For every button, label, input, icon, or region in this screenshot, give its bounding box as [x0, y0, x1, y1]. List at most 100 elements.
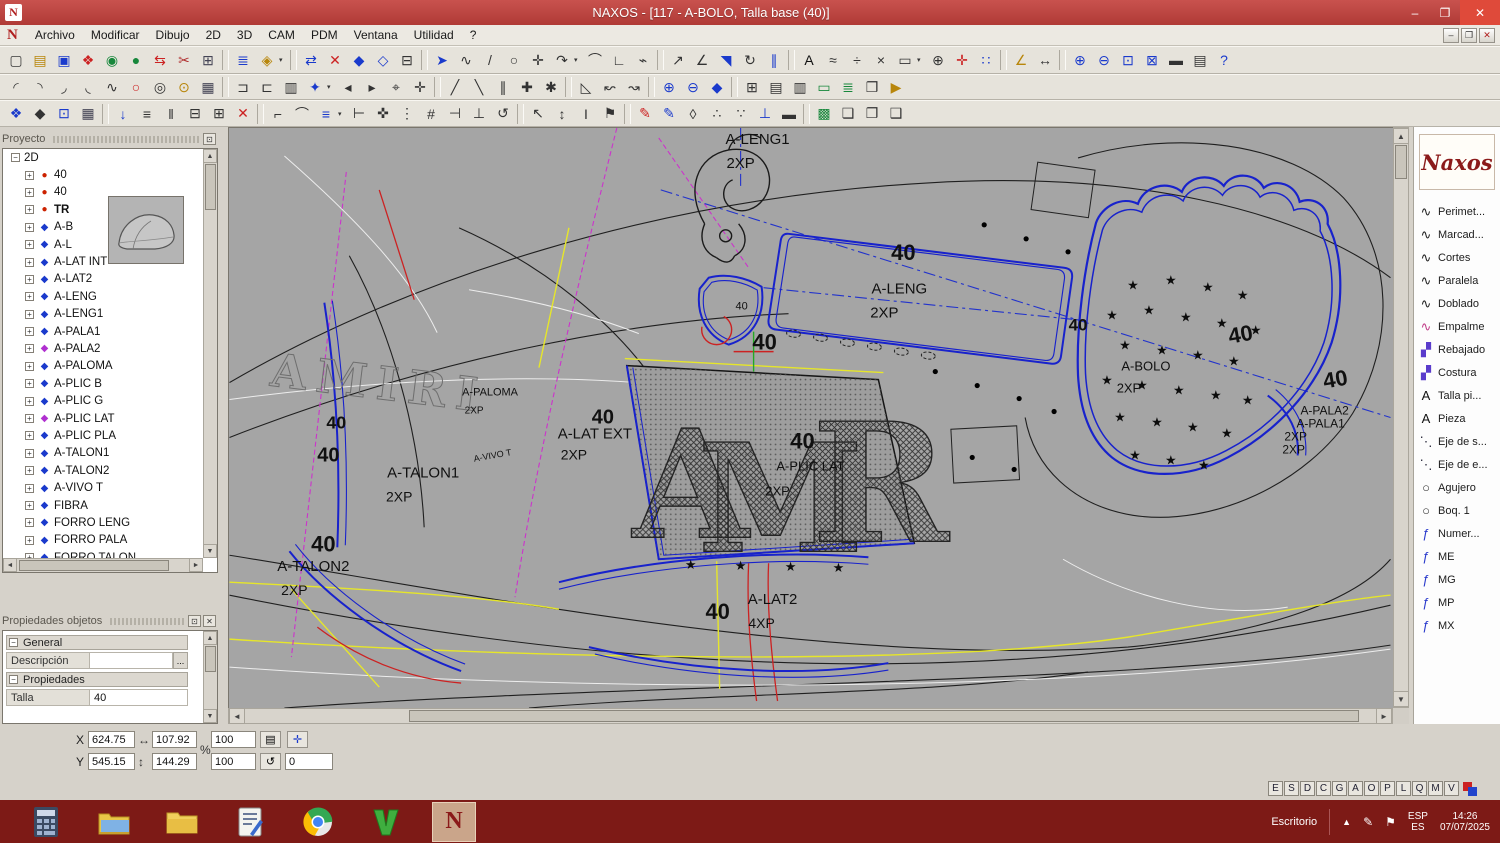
- zoom-minus-icon[interactable]: ⊖: [681, 76, 705, 98]
- circle-mark-icon[interactable]: ○: [124, 76, 148, 98]
- rotation-input[interactable]: [285, 753, 333, 770]
- columns-split-icon[interactable]: ‖: [159, 103, 183, 125]
- layers-icon[interactable]: ≣: [231, 49, 255, 71]
- piece-a-leng[interactable]: [767, 232, 1074, 365]
- menu-3d[interactable]: 3D: [229, 26, 260, 44]
- add-cross-icon[interactable]: ✛: [408, 76, 432, 98]
- eraser-icon[interactable]: ◊: [681, 103, 705, 125]
- tree-item-forro-leng[interactable]: + ◆ FORRO LENG: [3, 514, 203, 531]
- dots-down-icon[interactable]: ∵: [729, 103, 753, 125]
- properties-close-button[interactable]: ✕: [203, 615, 216, 627]
- tree-vscroll-thumb[interactable]: [205, 164, 216, 210]
- spline-icon[interactable]: ⌒: [583, 49, 607, 71]
- quick-letter-g[interactable]: G: [1332, 781, 1347, 796]
- ellipse-tool-icon[interactable]: ◎: [148, 76, 172, 98]
- tree-item-a-vivo-t[interactable]: + ◆ A-VIVO T: [3, 479, 203, 496]
- arrange-icon[interactable]: ❑: [884, 103, 908, 125]
- quick-letter-o[interactable]: O: [1364, 781, 1379, 796]
- materials-icon[interactable]: ◈: [255, 49, 279, 71]
- new-file-icon[interactable]: ▢: [4, 49, 28, 71]
- expand-icon[interactable]: +: [25, 205, 34, 215]
- x-coordinate-input[interactable]: [88, 731, 135, 748]
- line-diag-1-icon[interactable]: ╱: [443, 76, 467, 98]
- canvas-vertical-scrollbar[interactable]: ▲ ▼: [1393, 127, 1409, 708]
- scroll-left-icon[interactable]: ◄: [3, 558, 17, 572]
- tree-item-2d[interactable]: −2D: [3, 149, 203, 166]
- corner-arc-4-icon[interactable]: ◟: [76, 76, 100, 98]
- mdi-minimize-button[interactable]: –: [1443, 27, 1459, 43]
- hatch-fill-icon[interactable]: ▦: [196, 76, 220, 98]
- measure-angle-icon[interactable]: ∠: [1009, 49, 1033, 71]
- piece-filled-icon[interactable]: ◆: [347, 49, 371, 71]
- tile-vertical-icon[interactable]: ⊞: [207, 103, 231, 125]
- expand-icon[interactable]: +: [25, 257, 34, 267]
- marquee-icon[interactable]: ⊡: [52, 103, 76, 125]
- angle-icon[interactable]: ∠: [690, 49, 714, 71]
- center-point-icon[interactable]: ⊕: [926, 49, 950, 71]
- green-app-icon[interactable]: [364, 802, 408, 842]
- tree-item-40[interactable]: + ● 40: [3, 166, 203, 183]
- cascade-icon[interactable]: ❏: [836, 103, 860, 125]
- curve-left-icon[interactable]: ↜: [598, 76, 622, 98]
- ruler-icon[interactable]: ▬: [1164, 49, 1188, 71]
- boquilla-tool[interactable]: ○ Boq. 1: [1414, 499, 1500, 522]
- undo-redo-icon[interactable]: ⇆: [148, 49, 172, 71]
- minimize-button[interactable]: –: [1400, 0, 1430, 25]
- expand-icon[interactable]: +: [25, 344, 34, 354]
- scroll-up-icon[interactable]: ▲: [203, 631, 217, 645]
- expand-icon[interactable]: +: [25, 466, 34, 476]
- props-scroll-thumb[interactable]: [205, 646, 216, 672]
- angle-corner-icon[interactable]: ⌐: [266, 103, 290, 125]
- circle-icon[interactable]: ○: [502, 49, 526, 71]
- desktop-button[interactable]: Escritorio: [1271, 816, 1317, 828]
- menu-utilidad[interactable]: Utilidad: [406, 26, 462, 44]
- line-diag-2-icon[interactable]: ╲: [467, 76, 491, 98]
- wave-edit-icon[interactable]: ∿: [100, 76, 124, 98]
- menu-2d[interactable]: 2D: [198, 26, 229, 44]
- tree-item-a-plic-lat[interactable]: + ◆ A-PLIC LAT: [3, 410, 203, 427]
- parallel-lines-icon[interactable]: ∥: [491, 76, 515, 98]
- windows-tile-icon[interactable]: ❐: [860, 76, 884, 98]
- curve-right-icon[interactable]: ↝: [622, 76, 646, 98]
- expand-icon[interactable]: +: [25, 431, 34, 441]
- tree-item-a-pala2[interactable]: + ◆ A-PALA2: [3, 340, 203, 357]
- menu-modificar[interactable]: Modificar: [83, 26, 148, 44]
- anchor-left-icon[interactable]: ⊣: [443, 103, 467, 125]
- zoom-all-icon[interactable]: ⊠: [1140, 49, 1164, 71]
- height-input[interactable]: [152, 753, 197, 770]
- mirror-icon[interactable]: ⊟: [395, 49, 419, 71]
- scroll-right-icon[interactable]: ►: [1376, 708, 1392, 724]
- target-point-icon[interactable]: ⌖: [384, 76, 408, 98]
- rotation-button[interactable]: ↺: [260, 753, 281, 770]
- save-file-icon[interactable]: ▣: [52, 49, 76, 71]
- quick-letter-m[interactable]: M: [1428, 781, 1443, 796]
- clock[interactable]: 14:26 07/07/2025: [1440, 811, 1490, 833]
- fillet-icon[interactable]: ◥: [714, 49, 738, 71]
- propiedades-section-header[interactable]: − Propiedades: [6, 672, 188, 687]
- overlap-indicator-icon[interactable]: [1463, 781, 1477, 796]
- divide-icon[interactable]: ÷: [845, 49, 869, 71]
- snap-points-icon[interactable]: ✦: [303, 76, 327, 98]
- menu-archivo[interactable]: Archivo: [27, 26, 83, 44]
- canvas-vscroll-thumb[interactable]: [1395, 145, 1407, 179]
- corner-arc-1-icon[interactable]: ◜: [4, 76, 28, 98]
- expand-icon[interactable]: +: [25, 501, 34, 510]
- quick-letter-a[interactable]: A: [1348, 781, 1363, 796]
- empalme-tool[interactable]: ∿ Empalme: [1414, 315, 1500, 338]
- grid-view-icon[interactable]: ⊞: [740, 76, 764, 98]
- texture-icon[interactable]: ▦: [76, 103, 100, 125]
- tree-item-a-talon2[interactable]: + ◆ A-TALON2: [3, 462, 203, 479]
- folder-icon[interactable]: [160, 802, 204, 842]
- eje-simetria-tool[interactable]: ⋱ Eje de s...: [1414, 430, 1500, 453]
- step-marks-icon[interactable]: ⋮: [395, 103, 419, 125]
- axis-cross-icon[interactable]: ✛: [950, 49, 974, 71]
- ruler-2-icon[interactable]: ▬: [777, 103, 801, 125]
- properties-dock-button[interactable]: ⊡: [188, 615, 201, 627]
- talla-value[interactable]: 40: [90, 689, 188, 706]
- descripcion-more-button[interactable]: ...: [173, 652, 188, 669]
- mx-tool[interactable]: ƒ MX: [1414, 614, 1500, 637]
- menu--[interactable]: ?: [462, 26, 485, 44]
- eje-enderezado-tool[interactable]: ⋱ Eje de e...: [1414, 453, 1500, 476]
- pieza-tool[interactable]: A Pieza: [1414, 407, 1500, 430]
- tree-hscroll-thumb[interactable]: [19, 560, 169, 571]
